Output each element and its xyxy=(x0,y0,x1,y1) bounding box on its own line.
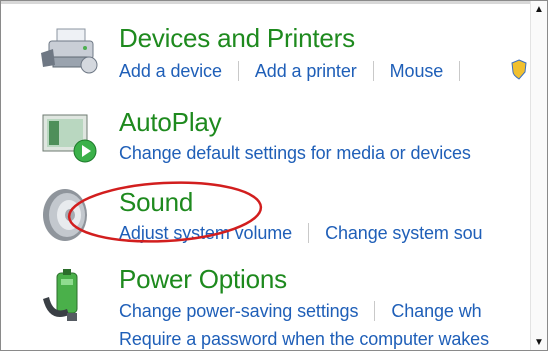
autoplay-title[interactable]: AutoPlay xyxy=(119,107,222,138)
autoplay-icon[interactable] xyxy=(39,109,101,165)
change-system-sounds-link[interactable]: Change system sou xyxy=(325,223,482,243)
link-separator xyxy=(374,301,376,321)
devices-printer-icon[interactable] xyxy=(39,21,101,77)
link-separator xyxy=(459,61,461,81)
devices-and-printers-title[interactable]: Devices and Printers xyxy=(119,23,355,54)
scroll-up-arrow-icon[interactable]: ▲ xyxy=(533,4,545,16)
scroll-down-arrow-icon[interactable]: ▼ xyxy=(533,337,545,349)
link-separator xyxy=(237,61,239,81)
change-default-settings-link[interactable]: Change default settings for media or dev… xyxy=(119,143,471,163)
link-separator xyxy=(308,223,310,243)
window-top-edge xyxy=(1,1,547,4)
shield-icon xyxy=(511,59,527,81)
change-power-saving-link[interactable]: Change power-saving settings xyxy=(119,301,358,321)
sound-links: Adjust system volume Change system sou xyxy=(119,223,483,244)
add-printer-link[interactable]: Add a printer xyxy=(255,61,357,81)
power-options-title[interactable]: Power Options xyxy=(119,264,287,295)
change-what-power-buttons-link[interactable]: Change wh xyxy=(391,301,481,321)
link-separator xyxy=(372,61,374,81)
require-password-link[interactable]: Require a password when the computer wak… xyxy=(119,329,489,349)
control-panel-window: Devices and Printers Add a device Add a p… xyxy=(0,0,548,351)
speaker-icon[interactable] xyxy=(39,187,101,243)
power-links-line2: Require a password when the computer wak… xyxy=(119,329,489,350)
power-links: Change power-saving settings Change wh xyxy=(119,301,482,322)
autoplay-links: Change default settings for media or dev… xyxy=(119,143,471,164)
sound-title[interactable]: Sound xyxy=(119,187,193,218)
add-device-link[interactable]: Add a device xyxy=(119,61,222,81)
vertical-scrollbar[interactable]: ▲ ▼ xyxy=(530,1,547,350)
battery-plug-icon[interactable] xyxy=(39,269,101,325)
mouse-link[interactable]: Mouse xyxy=(390,61,444,81)
devices-links: Add a device Add a printer Mouse xyxy=(119,61,476,82)
adjust-system-volume-link[interactable]: Adjust system volume xyxy=(119,223,292,243)
